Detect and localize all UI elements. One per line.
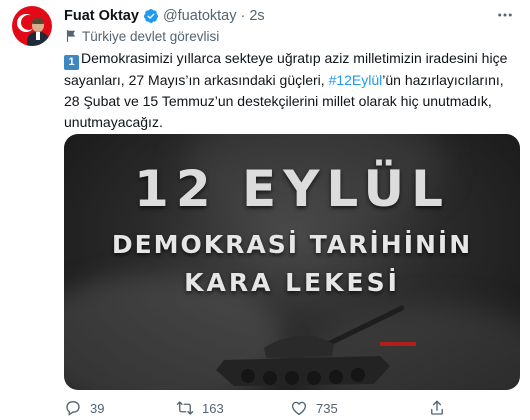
avatar[interactable] <box>12 6 52 46</box>
like-button[interactable]: 735 <box>290 398 338 418</box>
tank-silhouette-icon <box>216 305 404 386</box>
retweet-icon <box>176 401 194 415</box>
tweet-header: Fuat Oktay @fuatoktay · 2s <box>64 6 265 26</box>
author-name[interactable]: Fuat Oktay <box>64 8 139 24</box>
tweet-timestamp[interactable]: 2s <box>249 8 264 24</box>
tweet[interactable]: Fuat Oktay @fuatoktay · 2s Türkiye devle… <box>0 0 530 420</box>
flag-icon <box>66 30 76 42</box>
share-button[interactable] <box>428 398 446 418</box>
heart-icon <box>291 401 307 416</box>
government-label-text: Türkiye devlet görevlisi <box>82 28 220 44</box>
separator-dot: · <box>240 8 246 24</box>
reply-count: 39 <box>90 400 105 416</box>
retweet-button[interactable]: 163 <box>176 398 224 418</box>
hashtag-link[interactable]: #12Eylül <box>329 72 383 88</box>
more-options-icon[interactable] <box>494 6 516 24</box>
tweet-text: 1 Demokrasimizi yıllarca sekteye uğratıp … <box>64 48 512 133</box>
verified-badge-icon <box>143 9 158 23</box>
reply-icon <box>66 401 80 416</box>
author-handle[interactable]: @fuatoktay <box>163 8 237 24</box>
share-icon <box>431 400 443 415</box>
retweet-count: 163 <box>202 400 224 416</box>
like-count: 735 <box>316 400 338 416</box>
government-label[interactable]: Türkiye devlet görevlisi <box>64 27 219 45</box>
profile-photo <box>27 18 49 46</box>
reply-button[interactable]: 39 <box>64 398 104 418</box>
image-title-line2: DEMOKRASİ TARİHİNİN <box>111 230 473 259</box>
image-title-line3: KARA LEKESİ <box>184 268 400 297</box>
tweet-image[interactable]: 12 EYLÜL DEMOKRASİ TARİHİNİN KARA LEKESİ <box>64 134 520 390</box>
image-title-line1: 12 EYLÜL <box>134 160 450 218</box>
tweet-actions: 39 163 735 <box>64 398 520 418</box>
keycap-one-icon: 1 <box>64 55 79 70</box>
